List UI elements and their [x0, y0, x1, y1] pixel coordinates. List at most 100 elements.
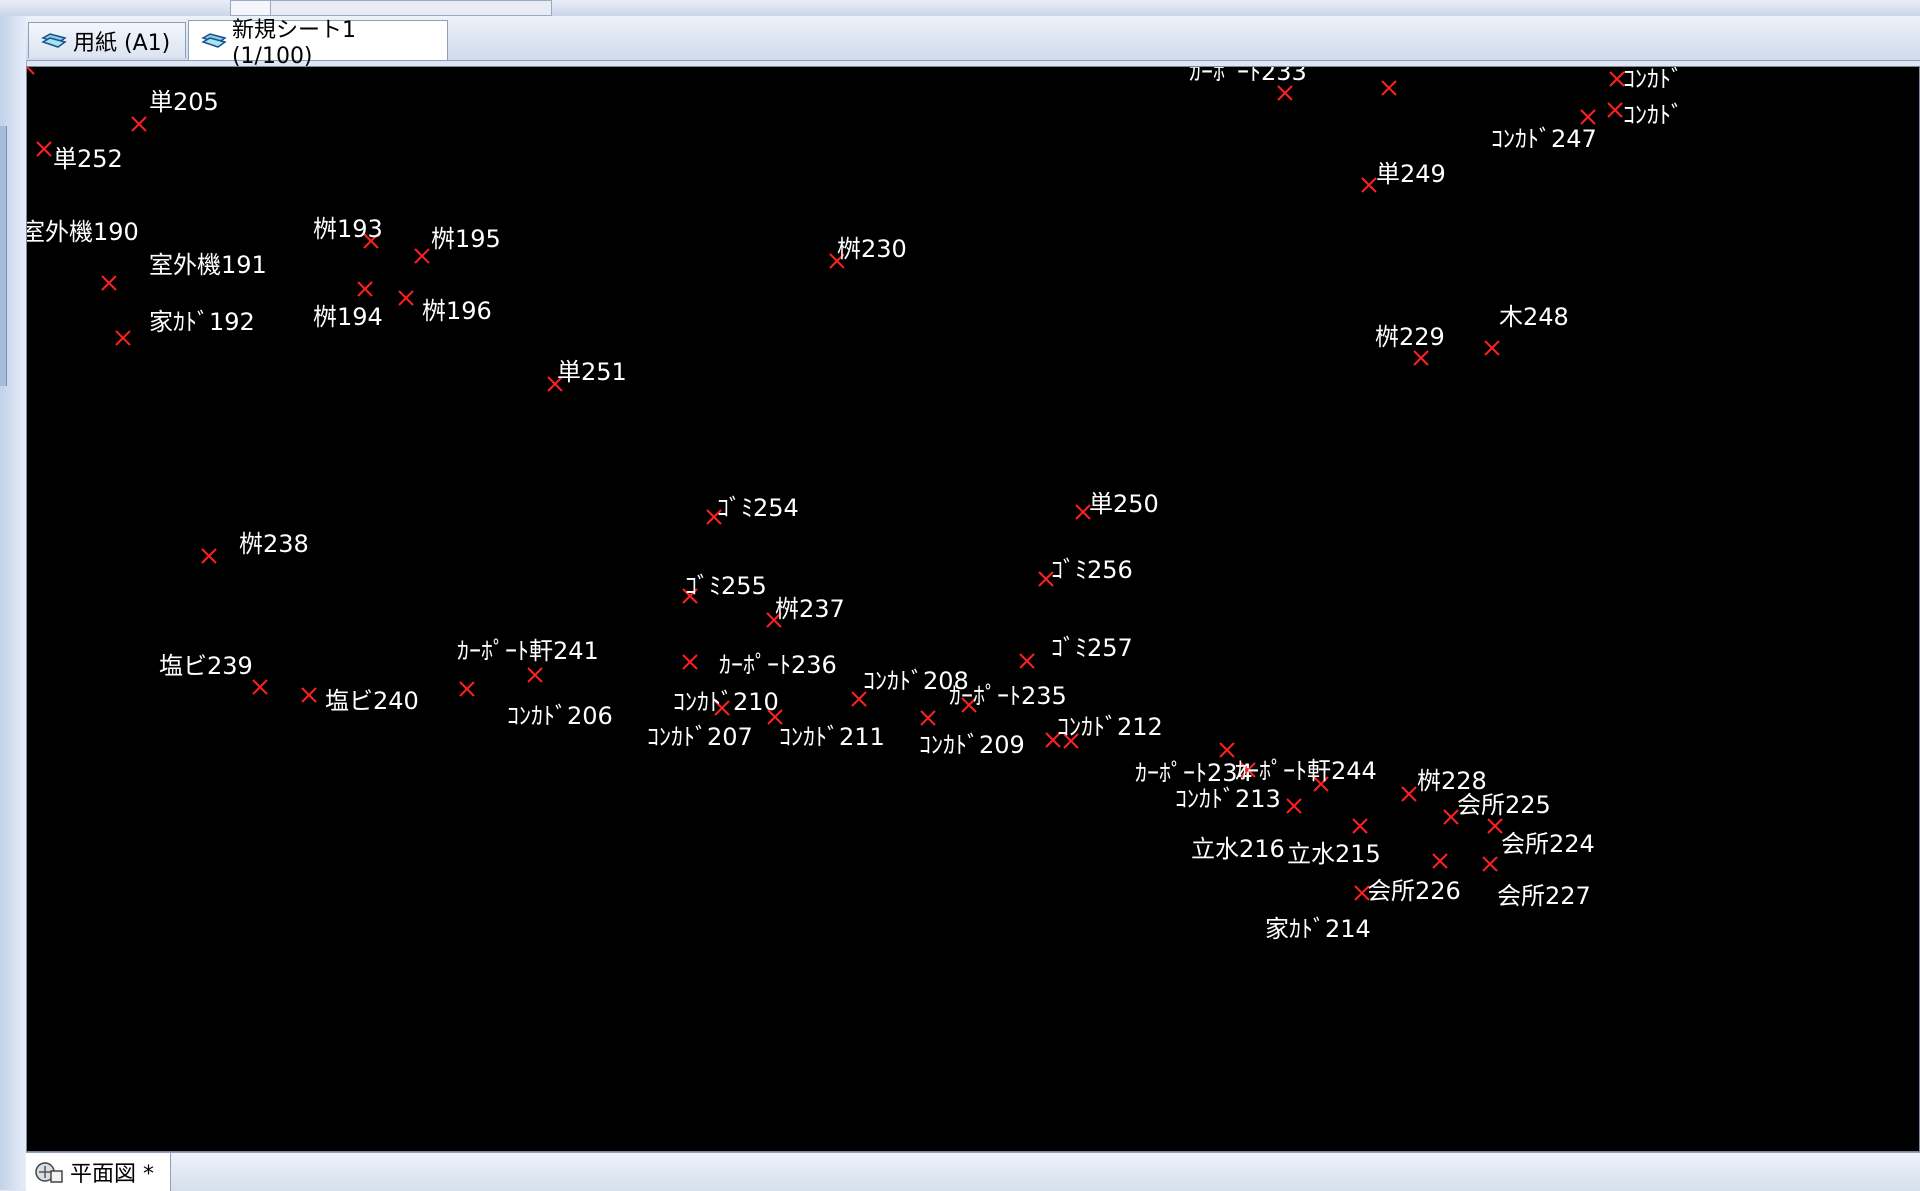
- floor-plan-icon: [34, 1159, 64, 1185]
- point-marker[interactable]: [1432, 853, 1448, 869]
- drawing-canvas[interactable]: 単205 単252 室外機190 室外機191 家ｶﾄﾞ192 桝193 桝195 桝194 桝…: [26, 66, 1920, 1152]
- survey-point[interactable]: ｺﾝｶﾄﾞ247: [1491, 109, 1597, 153]
- point-label: 会所225: [1457, 791, 1551, 819]
- survey-point[interactable]: ｺﾝｶﾄﾞ209: [919, 731, 1061, 759]
- point-marker[interactable]: [1580, 109, 1596, 125]
- survey-point[interactable]: 桝193: [313, 215, 383, 249]
- point-marker[interactable]: [131, 116, 147, 132]
- point-marker[interactable]: [1219, 742, 1235, 758]
- point-label: 桝237: [775, 595, 845, 623]
- survey-point[interactable]: ｺﾞﾐ257: [1019, 634, 1133, 669]
- point-label: ｺﾝｶﾄﾞ: [1623, 67, 1683, 93]
- point-marker[interactable]: [252, 679, 268, 695]
- tab-paper-a1[interactable]: 用紙 (A1): [28, 22, 186, 58]
- survey-point[interactable]: 会所226: [1367, 853, 1461, 905]
- point-marker[interactable]: [1352, 818, 1368, 834]
- survey-point[interactable]: ｺﾞﾐ254: [706, 494, 799, 525]
- point-label: 桝195: [431, 225, 501, 253]
- survey-point[interactable]: ｺﾝｶﾄﾞ211: [779, 691, 885, 751]
- survey-point[interactable]: [1381, 80, 1397, 96]
- survey-point[interactable]: 桝238: [201, 530, 309, 564]
- tab-new-sheet-1[interactable]: 新規シート1 (1/100): [188, 18, 448, 69]
- point-marker[interactable]: [1019, 653, 1035, 669]
- point-label: ｺﾞﾐ255: [685, 572, 767, 600]
- survey-point[interactable]: ｺﾝｶﾄﾞ: [1607, 101, 1683, 129]
- point-marker[interactable]: [920, 710, 936, 726]
- point-marker[interactable]: [527, 667, 543, 683]
- point-marker[interactable]: [1381, 80, 1397, 96]
- point-label: 桝238: [239, 530, 309, 558]
- survey-point[interactable]: ｺﾝｶﾄﾞ212: [1057, 713, 1163, 749]
- point-marker[interactable]: [115, 330, 131, 346]
- left-frame: [0, 16, 27, 1190]
- survey-point[interactable]: 桝196: [398, 290, 492, 325]
- survey-point[interactable]: 塩ビ240: [301, 687, 419, 715]
- survey-point[interactable]: 家ｶﾄﾞ192: [115, 308, 255, 346]
- survey-point[interactable]: ｺﾞﾐ255: [682, 572, 767, 604]
- survey-point[interactable]: 会所227: [1482, 856, 1591, 910]
- survey-point[interactable]: ｺﾝｶﾄﾞ: [1609, 67, 1683, 93]
- plan-drawing: 単205 単252 室外機190 室外機191 家ｶﾄﾞ192 桝193 桝195 桝194 桝…: [27, 67, 1683, 943]
- survey-point[interactable]: ｶｰﾎﾟｰﾄ235: [949, 682, 1067, 713]
- point-label: ｶｰﾎﾟｰﾄ233: [1189, 67, 1307, 86]
- point-marker[interactable]: [1286, 798, 1302, 814]
- point-marker[interactable]: [1487, 818, 1503, 834]
- survey-point[interactable]: 会所224: [1487, 818, 1595, 858]
- survey-point[interactable]: 塩ビ239: [159, 652, 268, 695]
- survey-point[interactable]: ｶｰﾎﾟｰﾄ233: [1189, 67, 1307, 101]
- point-marker[interactable]: [27, 67, 35, 75]
- point-label: ｶｰﾎﾟｰﾄ235: [949, 682, 1067, 710]
- survey-point[interactable]: ｺﾞﾐ256: [1038, 556, 1133, 587]
- survey-point[interactable]: 単252: [36, 141, 123, 173]
- survey-point[interactable]: 桝229: [1375, 323, 1445, 366]
- survey-point[interactable]: 桝194: [313, 281, 383, 331]
- survey-point[interactable]: 木248: [1484, 303, 1569, 356]
- view-tab-label: 平面図 *: [70, 1162, 154, 1187]
- point-marker[interactable]: [682, 654, 698, 670]
- point-label: 桝230: [837, 235, 907, 263]
- point-label: 塩ビ240: [325, 687, 419, 715]
- survey-point[interactable]: 会所225: [1443, 791, 1551, 825]
- survey-point[interactable]: ｺﾝｶﾄﾞ210: [673, 688, 779, 716]
- point-marker[interactable]: [1607, 102, 1623, 118]
- point-marker[interactable]: [1443, 809, 1459, 825]
- point-marker[interactable]: [1277, 85, 1293, 101]
- survey-point[interactable]: 家ｶﾄﾞ214: [1265, 885, 1371, 943]
- survey-point[interactable]: 単250: [1075, 490, 1159, 520]
- survey-point[interactable]: 室外機191: [101, 251, 267, 291]
- survey-point[interactable]: ｺﾝｶﾄﾞ206: [459, 681, 613, 730]
- point-marker[interactable]: [1075, 504, 1091, 520]
- point-label: 立水215: [1287, 840, 1381, 868]
- survey-point[interactable]: 桝230: [829, 235, 907, 269]
- tab-floor-plan[interactable]: 平面図 *: [26, 1153, 171, 1191]
- point-marker[interactable]: [1484, 340, 1500, 356]
- survey-point[interactable]: 単251: [547, 358, 627, 392]
- point-marker[interactable]: [459, 681, 475, 697]
- survey-point[interactable]: ｶｰﾎﾟｰﾄ236: [682, 651, 837, 679]
- point-label: ｺﾝｶﾄﾞ209: [919, 731, 1025, 759]
- point-marker[interactable]: [36, 141, 52, 157]
- point-marker[interactable]: [1482, 856, 1498, 872]
- point-marker[interactable]: [101, 275, 117, 291]
- point-marker[interactable]: [357, 281, 373, 297]
- survey-point[interactable]: 単205: [131, 88, 219, 132]
- point-marker[interactable]: [398, 290, 414, 306]
- point-marker[interactable]: [1361, 177, 1377, 193]
- survey-point[interactable]: 立水215: [1287, 818, 1381, 868]
- point-marker[interactable]: [414, 248, 430, 264]
- survey-point[interactable]: ｶｰﾎﾟｰﾄ軒241: [457, 637, 599, 683]
- point-marker[interactable]: [1401, 786, 1417, 802]
- point-marker[interactable]: [1609, 71, 1625, 87]
- survey-point[interactable]: ｺﾝｶﾄﾞ207: [647, 709, 783, 751]
- survey-point[interactable]: 桝237: [766, 595, 845, 628]
- point-label: 単251: [557, 358, 627, 386]
- panel-edge[interactable]: [0, 126, 7, 386]
- point-label: 桝229: [1375, 323, 1445, 351]
- point-marker[interactable]: [1413, 350, 1429, 366]
- point-label: 室外機191: [149, 251, 267, 279]
- point-marker[interactable]: [301, 687, 317, 703]
- survey-point[interactable]: 桝195: [414, 225, 501, 264]
- sheet-icon: [201, 32, 227, 50]
- point-marker[interactable]: [201, 548, 217, 564]
- survey-point[interactable]: 単249: [1361, 160, 1446, 193]
